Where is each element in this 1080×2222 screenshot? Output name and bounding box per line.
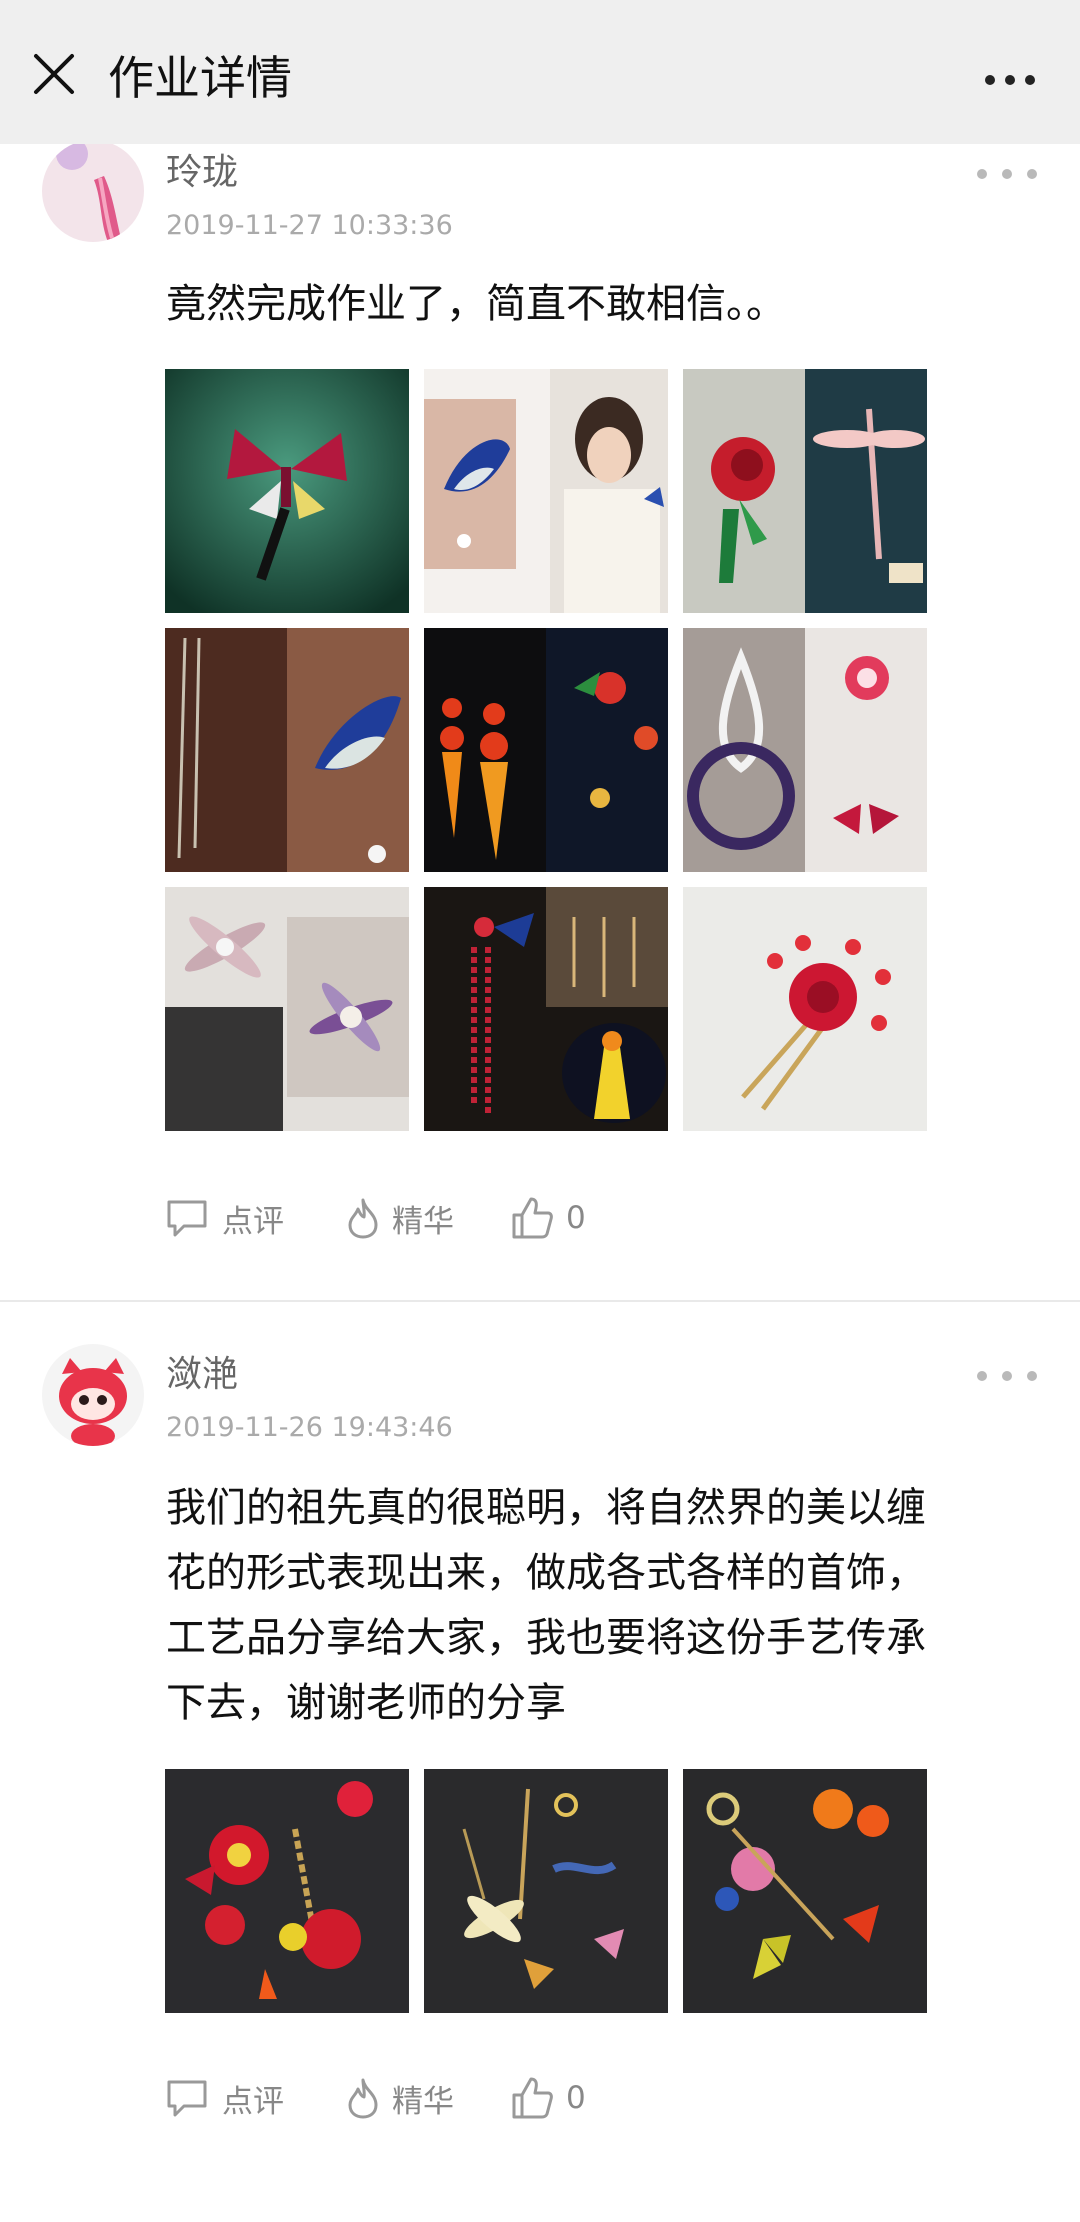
post-text-line: 花的形式表现出来，做成各式各样的首饰， — [166, 1550, 926, 1596]
post-text: 竟然完成作业了，简直不敢相信。。 — [166, 281, 786, 327]
featured-label: 精华 — [392, 1203, 454, 1240]
page-title: 作业详情 — [108, 51, 292, 105]
comment-label: 点评 — [222, 1203, 284, 1240]
user-avatar[interactable] — [42, 1344, 144, 1446]
featured-button[interactable]: 精华 — [346, 1188, 454, 1248]
flame-icon — [348, 2078, 378, 2119]
photo-thumbnail[interactable] — [683, 1769, 927, 2013]
photo-thumbnail[interactable] — [165, 887, 409, 1131]
post-more-icon[interactable] — [972, 162, 1042, 186]
top-bar: 作业详情 — [0, 0, 1080, 144]
thumbs-up-icon — [512, 2077, 553, 2119]
post-more-icon[interactable] — [972, 1364, 1042, 1388]
post-text: 我们的祖先真的很聪明，将自然界的美以缠 花的形式表现出来，做成各式各样的首饰， … — [166, 1476, 1036, 1736]
comment-icon — [167, 2080, 207, 2117]
photo-thumbnail[interactable] — [424, 369, 668, 613]
photo-thumbnail[interactable] — [683, 887, 927, 1131]
photo-thumbnail[interactable] — [683, 628, 927, 872]
comment-button[interactable]: 点评 — [164, 1188, 284, 1248]
photo-thumbnail[interactable] — [424, 628, 668, 872]
image-grid — [165, 1769, 927, 2013]
post-text-line: 工艺品分享给大家，我也要将这份手艺传承 — [166, 1615, 926, 1661]
close-icon[interactable] — [28, 48, 80, 100]
photo-thumbnail[interactable] — [165, 628, 409, 872]
post-actions: 点评 精华 0 — [164, 2068, 764, 2128]
username: 玲珑 — [166, 152, 239, 193]
more-horizontal-icon[interactable] — [962, 48, 1058, 104]
photo-thumbnail[interactable] — [165, 369, 409, 613]
photo-thumbnail[interactable] — [683, 369, 927, 613]
photo-thumbnail[interactable] — [424, 1769, 668, 2013]
flame-icon — [348, 1198, 378, 1239]
user-avatar[interactable] — [42, 140, 144, 242]
post-text-line: 下去，谢谢老师的分享 — [166, 1680, 566, 1726]
like-count: 0 — [566, 2080, 586, 2116]
like-button[interactable]: 0 — [510, 2068, 586, 2128]
post-timestamp: 2019-11-26 19:43:46 — [166, 1412, 453, 1443]
photo-thumbnail[interactable] — [165, 1769, 409, 2013]
post-timestamp: 2019-11-27 10:33:36 — [166, 210, 453, 241]
featured-label: 精华 — [392, 2083, 454, 2120]
post-text-line: 我们的祖先真的很聪明，将自然界的美以缠 — [166, 1485, 926, 1531]
post-divider — [0, 1300, 1080, 1302]
post-actions: 点评 精华 0 — [164, 1188, 764, 1248]
comment-icon — [167, 1200, 207, 1237]
featured-button[interactable]: 精华 — [346, 2068, 454, 2128]
thumbs-up-icon — [512, 1197, 553, 1239]
username: 潋滟 — [166, 1354, 239, 1395]
image-grid — [165, 369, 927, 1131]
like-button[interactable]: 0 — [510, 1188, 586, 1248]
photo-thumbnail[interactable] — [424, 887, 668, 1131]
comment-label: 点评 — [222, 2083, 284, 2120]
like-count: 0 — [566, 1200, 586, 1236]
comment-button[interactable]: 点评 — [164, 2068, 284, 2128]
